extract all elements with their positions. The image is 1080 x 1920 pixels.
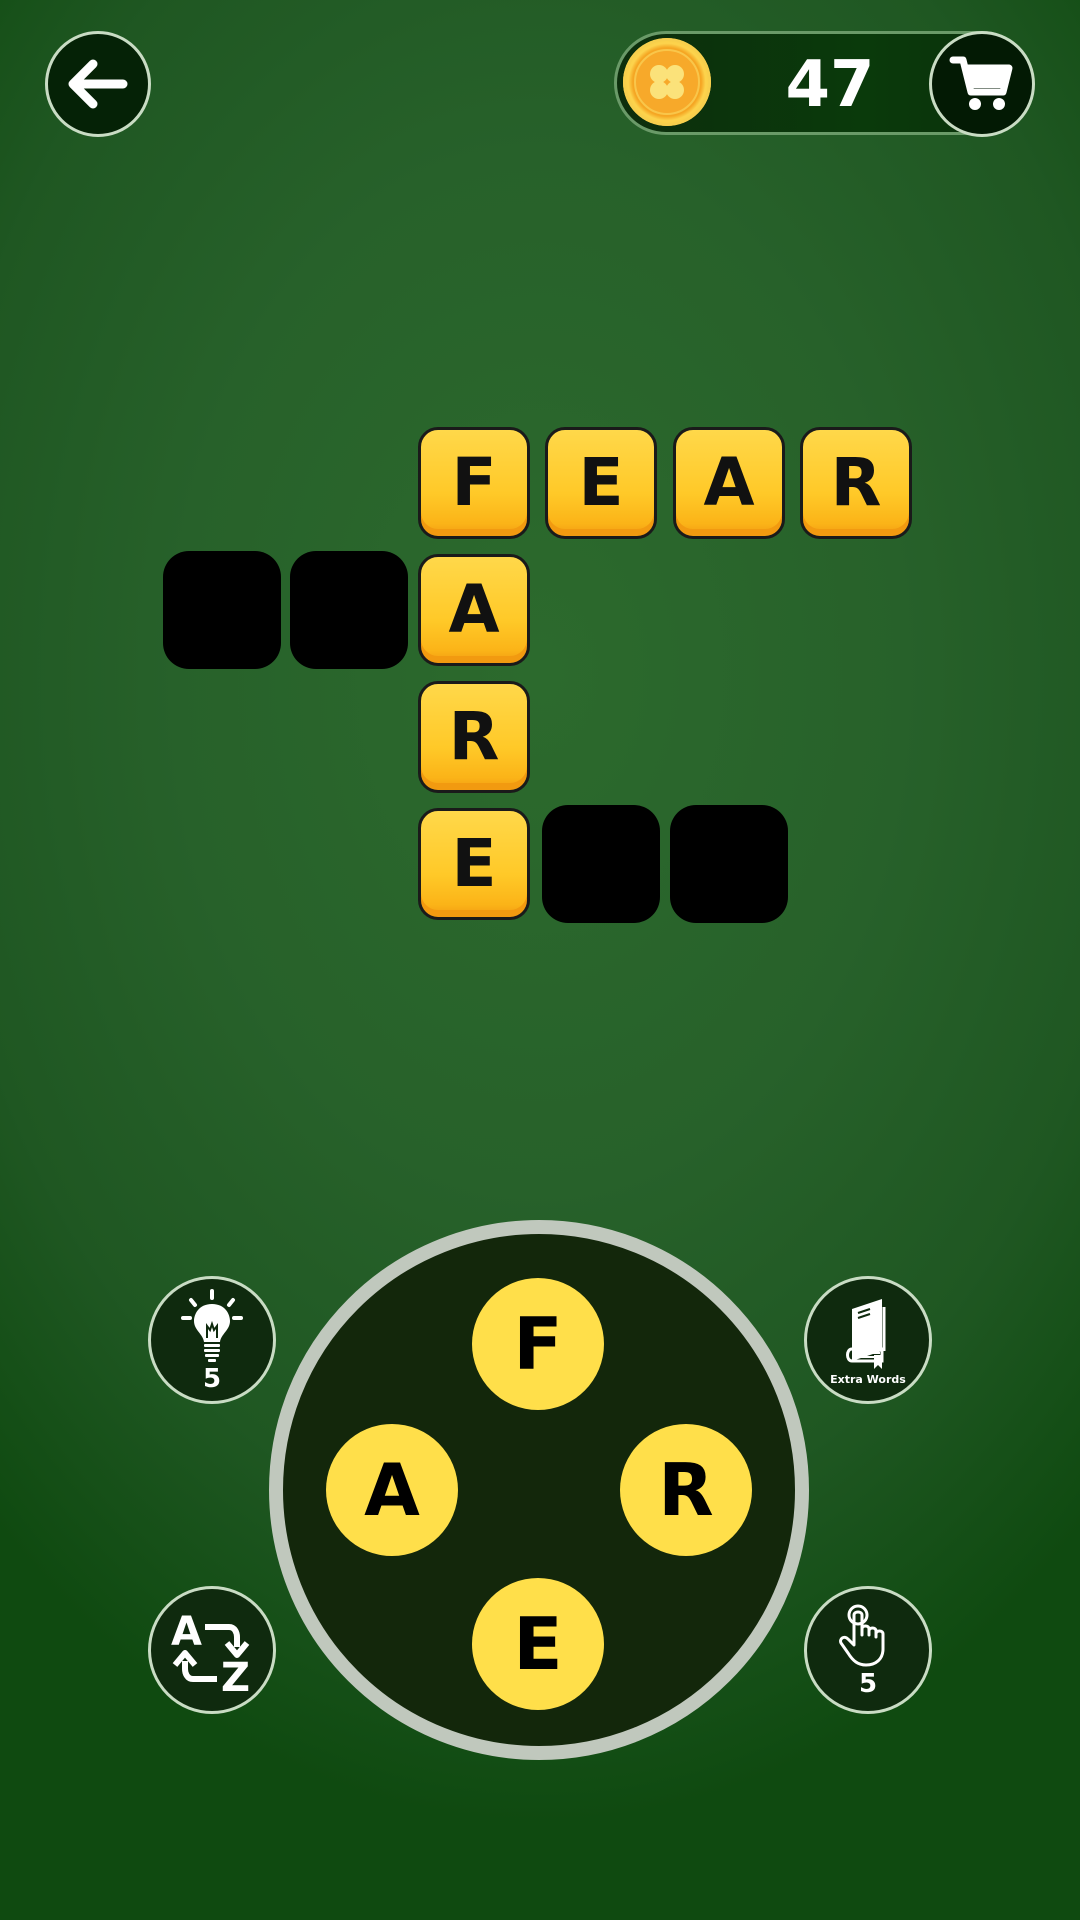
shuffle-az-icon: A Z: [171, 1609, 250, 1695]
wheel-letter-top[interactable]: F: [472, 1278, 604, 1410]
letter-tile: E: [545, 427, 657, 539]
letter-tile: R: [418, 681, 530, 793]
empty-tile: [542, 805, 660, 923]
lightbulb-icon: [181, 1289, 243, 1362]
tile-letter: R: [830, 444, 882, 521]
tile-letter: R: [448, 698, 500, 775]
letter-tile: A: [418, 554, 530, 666]
empty-tile: [163, 551, 281, 669]
hint-button[interactable]: 5: [148, 1276, 276, 1404]
tile-letter: A: [448, 571, 500, 648]
empty-tile: [670, 805, 788, 923]
tile-letter: E: [578, 444, 624, 521]
shuffle-button[interactable]: A Z: [148, 1586, 276, 1714]
coin-count: 47: [785, 48, 875, 122]
tile-letter: A: [703, 444, 755, 521]
finger-reveal-count: 5: [858, 1669, 878, 1699]
tile-letter: F: [451, 444, 497, 521]
empty-tile: [290, 551, 408, 669]
book-icon: [846, 1298, 886, 1369]
back-button[interactable]: [45, 31, 151, 137]
tile-letter: E: [451, 825, 497, 902]
letter-tile: E: [418, 808, 530, 920]
svg-text:A: A: [171, 1609, 202, 1655]
svg-text:Z: Z: [221, 1655, 250, 1695]
wheel-letter-left[interactable]: A: [326, 1424, 458, 1556]
extra-words-button[interactable]: Extra Words: [804, 1276, 932, 1404]
shopping-cart-icon: [949, 56, 1013, 110]
extra-words-label: Extra Words: [830, 1372, 906, 1386]
finger-reveal-button[interactable]: 5: [804, 1586, 932, 1714]
hint-count: 5: [202, 1364, 222, 1394]
shop-button[interactable]: [929, 31, 1035, 137]
letter-tile: F: [418, 427, 530, 539]
finger-tap-icon: [839, 1604, 885, 1667]
wheel-letter-bottom[interactable]: E: [472, 1578, 604, 1710]
arrow-left-icon: [68, 59, 128, 109]
wheel-letter-right[interactable]: R: [620, 1424, 752, 1556]
clover-coin-icon: [623, 38, 711, 126]
letter-tile: A: [673, 427, 785, 539]
letter-tile: R: [800, 427, 912, 539]
